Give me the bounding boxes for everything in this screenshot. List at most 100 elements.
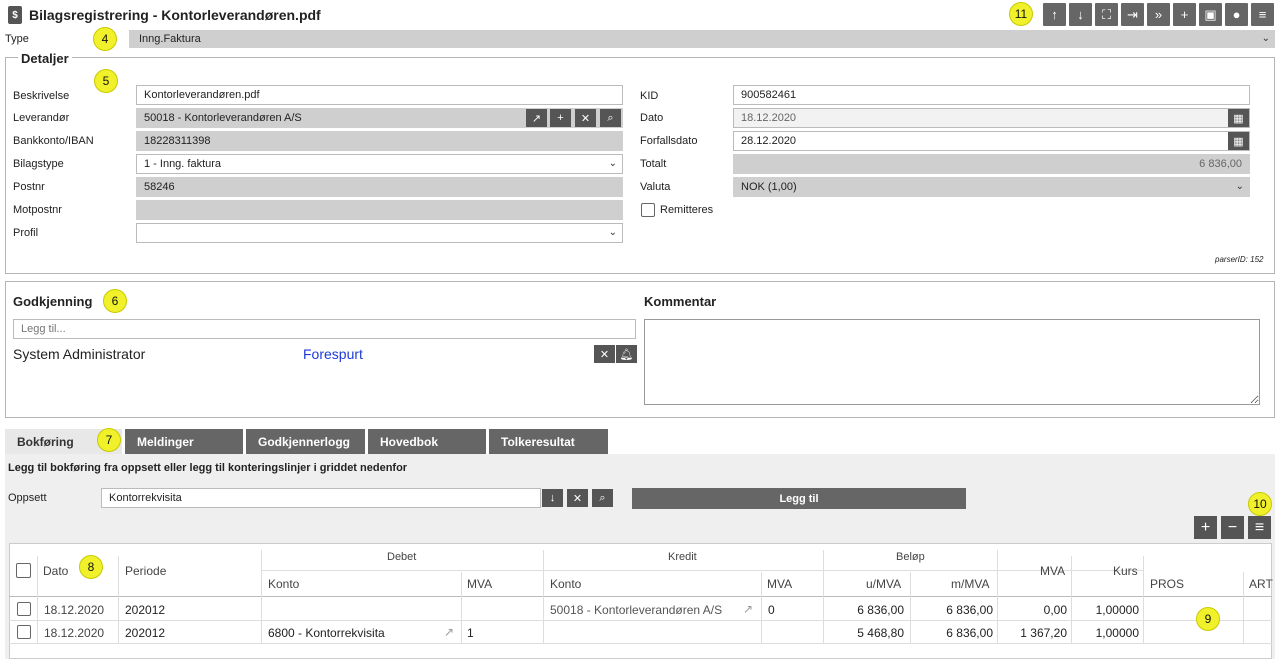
row-kurs[interactable]: 1,00000 [1071, 626, 1139, 640]
valuta-select[interactable]: NOK (1,00) ⌄ [733, 177, 1250, 197]
tab-godkjennerlogg[interactable]: Godkjennerlogg [246, 429, 365, 454]
remove-row-icon[interactable]: − [1221, 516, 1244, 539]
col-periode[interactable]: Periode [125, 564, 166, 578]
save-icon[interactable]: ▣ [1199, 3, 1222, 26]
tab-meldinger[interactable]: Meldinger [125, 429, 243, 454]
remitteres-label: Remitteres [660, 204, 714, 216]
tab-tolkeresultat[interactable]: Tolkeresultat [489, 429, 608, 454]
motpostnr-label: Motpostnr [13, 204, 62, 216]
add-row-icon[interactable]: + [1194, 516, 1217, 539]
kid-input[interactable]: 900582461 [733, 85, 1250, 105]
tab-bar: Bokføring Meldinger Godkjennerlogg Hoved… [5, 429, 608, 454]
clear-icon[interactable]: ✕ [575, 109, 596, 127]
search-icon[interactable]: ⌕ [600, 109, 621, 127]
remove-approver-icon[interactable]: ✕ [594, 345, 615, 363]
chevron-down-icon: ⌄ [1235, 181, 1244, 192]
row-kredit-mva[interactable]: 0 [768, 603, 775, 617]
row-checkbox[interactable] [17, 602, 31, 616]
row-kredit-konto[interactable]: 50018 - Kontorleverandøren A/S [550, 603, 722, 617]
col-art[interactable]: ART [1249, 577, 1273, 591]
remitteres-checkbox[interactable] [641, 203, 655, 217]
row-divider [9, 643, 1272, 644]
col-dato[interactable]: Dato [43, 564, 68, 578]
row-mmva[interactable]: 6 836,00 [910, 626, 993, 640]
row-mva[interactable]: 0,00 [997, 603, 1067, 617]
col-kredit-mva[interactable]: MVA [767, 577, 792, 591]
add-booking-button[interactable]: Legg til [632, 488, 966, 509]
dropdown-icon[interactable]: ↓ [542, 489, 563, 507]
row-periode[interactable]: 202012 [125, 626, 165, 640]
clear-icon[interactable]: ✕ [567, 489, 588, 507]
comment-textarea[interactable] [644, 319, 1260, 405]
comment-icon[interactable]: ● [1225, 3, 1248, 26]
bell-icon[interactable]: 🔔︎ [616, 345, 637, 363]
col-mmva[interactable]: m/MVA [951, 577, 989, 591]
row-debet-konto[interactable]: 6800 - Kontorrekvisita [268, 626, 385, 640]
grid-menu-icon[interactable]: ≡ [1248, 516, 1271, 539]
row-periode[interactable]: 202012 [125, 603, 165, 617]
col-kredit-konto[interactable]: Konto [550, 577, 581, 591]
add-icon[interactable]: + [550, 109, 571, 127]
dato-input[interactable]: 18.12.2020 [733, 108, 1250, 128]
menu-icon[interactable]: ≡ [1251, 3, 1274, 26]
select-all-checkbox[interactable] [16, 563, 31, 578]
oppsett-input[interactable]: Kontorrekvisita [101, 488, 541, 508]
type-select[interactable]: Inng.Faktura ⌄ [129, 30, 1275, 48]
tab-hovedbok[interactable]: Hovedbok [368, 429, 486, 454]
badge-10: 10 [1248, 492, 1272, 516]
forfall-label: Forfallsdato [640, 135, 698, 147]
row-dato[interactable]: 18.12.2020 [44, 603, 104, 617]
chevron-down-icon: ⌄ [608, 158, 617, 169]
motpostnr-input[interactable] [136, 200, 623, 220]
col-debet-konto[interactable]: Konto [268, 577, 299, 591]
row-debet-mva[interactable]: 1 [467, 626, 474, 640]
beskrivelse-input[interactable]: Kontorleverandøren.pdf [136, 85, 623, 105]
bankkonto-label: Bankkonto/IBAN [13, 135, 94, 147]
calendar-icon[interactable]: ▦ [1228, 132, 1249, 150]
search-icon[interactable]: ⌕ [592, 489, 613, 507]
calendar-icon[interactable]: ▦ [1228, 109, 1249, 127]
arrow-down-icon[interactable]: ↓ [1069, 3, 1092, 26]
col-kurs[interactable]: Kurs [1113, 564, 1138, 578]
bilagstype-select[interactable]: 1 - Inng. faktura ⌄ [136, 154, 623, 174]
col-pros[interactable]: PROS [1150, 577, 1184, 591]
fast-forward-icon[interactable]: » [1147, 3, 1170, 26]
badge-9: 9 [1196, 607, 1220, 631]
row-kurs[interactable]: 1,00000 [1071, 603, 1139, 617]
row-mva[interactable]: 1 367,20 [997, 626, 1067, 640]
page-title: Bilagsregistrering - Kontorleverandøren.… [29, 7, 321, 23]
forfall-input[interactable]: 28.12.2020 [733, 131, 1250, 151]
profil-select[interactable]: ⌄ [136, 223, 623, 243]
next-icon[interactable]: ⇥ [1121, 3, 1144, 26]
col-umva[interactable]: u/MVA [866, 577, 901, 591]
external-link-icon[interactable]: ↗ [743, 602, 753, 616]
totalt-label: Totalt [640, 158, 667, 170]
row-checkbox[interactable] [17, 625, 31, 639]
group-belop: Beløp [896, 551, 925, 563]
badge-5: 5 [94, 69, 118, 93]
row-dato[interactable]: 18.12.2020 [44, 626, 104, 640]
col-divider [1243, 572, 1244, 643]
col-divider [37, 556, 38, 643]
badge-4: 4 [93, 27, 117, 51]
arrow-up-icon[interactable]: ↑ [1043, 3, 1066, 26]
window-title: $ Bilagsregistrering - Kontorleverandøre… [8, 5, 321, 25]
postnr-input[interactable]: 58246 [136, 177, 623, 197]
external-link-icon[interactable]: ↗ [444, 625, 454, 639]
row-mmva[interactable]: 6 836,00 [910, 603, 993, 617]
col-debet-mva[interactable]: MVA [467, 577, 492, 591]
type-label: Type [5, 33, 29, 45]
row-umva[interactable]: 6 836,00 [823, 603, 904, 617]
bankkonto-input[interactable]: 18228311398 [136, 131, 623, 151]
row-umva[interactable]: 5 468,80 [823, 626, 904, 640]
approval-add-input[interactable] [13, 319, 636, 339]
group-kredit: Kredit [668, 551, 697, 563]
postnr-label: Postnr [13, 181, 45, 193]
expand-icon[interactable]: ⛶ [1095, 3, 1118, 26]
col-mva[interactable]: MVA [1040, 564, 1065, 578]
parser-id: parserID: 152 [1215, 255, 1264, 264]
plus-icon[interactable]: + [1173, 3, 1196, 26]
open-link-icon[interactable]: ↗ [526, 109, 547, 127]
badge-7: 7 [97, 428, 121, 452]
comment-title: Kommentar [644, 294, 717, 309]
